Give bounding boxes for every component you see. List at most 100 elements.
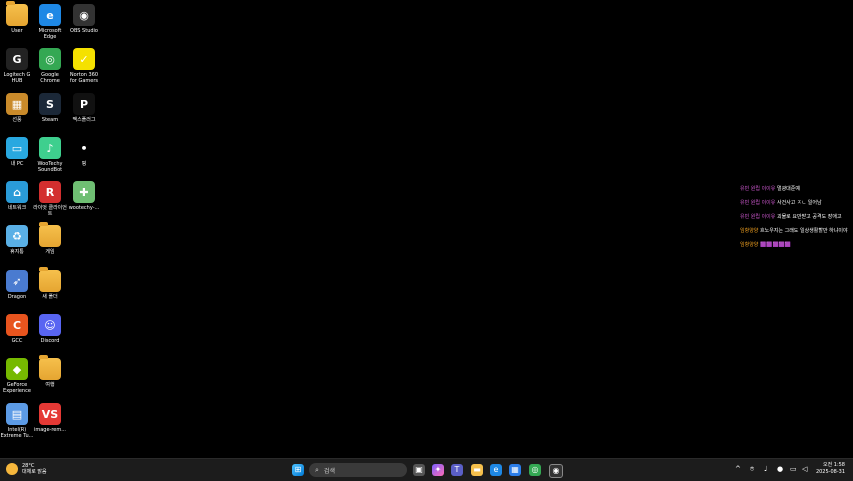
desktop-icon[interactable]: ◎ Google Chrome [33,48,67,84]
desktop-icon-label: WooTechy SoundBot [37,161,63,173]
search-box[interactable]: ⌕ 검색 [309,463,407,477]
desktop-icon[interactable]: • 핑 [67,137,101,167]
app-icon: ▦ [6,93,28,115]
store-button[interactable]: ▦ [509,464,521,476]
desktop-icon-label: 라이엇 클라이언트 [33,205,67,217]
windows-icon: ⊞ [294,465,302,474]
desktop-icon-label: 여행 [45,382,55,388]
chrome-taskbar-button[interactable]: ◎ [529,464,541,476]
edge-taskbar-button[interactable]: e [490,464,502,476]
desktop-icon[interactable]: e Microsoft Edge [33,4,67,40]
clock-time: 오전 1:58 [822,462,845,468]
chat-nick: 유빈 원립 이이유 [740,214,776,220]
desktop-icon-label: 새 폴더 [42,294,58,300]
app-icon: R [39,181,61,203]
desktop-icon[interactable]: ♪ WooTechy SoundBot [33,137,67,173]
desktop-icon[interactable]: ✚ wootechy-... [67,181,101,211]
chat-message: 유빈 원립 이이유 사건사고 ㅈㄴ 일어남 [740,200,853,207]
chat-text: 괴물로 요만받고 공격도 장애고 [776,214,842,220]
desktop-icon[interactable]: VS image-rem... [33,403,67,433]
app-icon: ⌂ [6,181,28,203]
microphone-icon[interactable]: ♩ [764,465,767,473]
task-view-icon: ▣ [415,465,423,474]
task-view-button[interactable]: ▣ [413,464,425,476]
chat-nick: 유빈 원립 이이유 [740,186,776,192]
desktop-icon-label: Google Chrome [40,72,60,84]
app-icon: ▭ [6,137,28,159]
desktop-icon-label: 게임 [45,249,55,255]
desktop-icon-label: 핑 [81,161,87,167]
desktop-icon-label: 내 PC [10,161,24,167]
chat-text: 멀광대준예 [776,186,800,192]
teams-button[interactable]: T [451,464,463,476]
chat-nick: 유빈 원립 이이유 [740,200,776,206]
desktop-icon[interactable]: 게임 [33,222,67,255]
desktop-icon[interactable]: P 맥스플러그 [67,93,101,123]
copilot-button[interactable]: ✦ [432,464,444,476]
desktop-icon[interactable]: User [0,1,34,34]
desktop-icon-label: Dragon [7,294,27,300]
desktop-icon-label: Intel(R) Extreme Tu... [0,427,34,439]
weather-widget[interactable]: 28°C 대체로 맑음 [6,463,47,475]
desktop-icon[interactable]: ▦ 선풍 [0,93,34,123]
chat-message: 임항양양 🟪🟪🟪🟪🟪 [740,242,853,249]
desktop-icon-label: 맥스플러그 [72,117,96,123]
desktop-icon[interactable]: ▤ Intel(R) Extreme Tu... [0,403,34,439]
app-icon: ◉ [73,4,95,26]
chat-message: 임항양양 흐노우지는 그래도 일상생활할만 하냐이야 [740,228,853,235]
chat-nick: 임항양양 [740,242,759,248]
desktop-icon-label: image-rem... [33,427,67,433]
chat-text: 사건사고 ㅈㄴ 일어남 [776,200,822,206]
network-icon[interactable]: ⌾ [750,465,754,474]
folder-icon [39,355,61,380]
volume-icon[interactable]: ◁ [802,465,807,473]
sun-icon [6,463,18,475]
store-icon: ▦ [511,465,519,474]
teams-icon: T [454,465,460,474]
display-icon[interactable]: ▭ [790,465,797,473]
desktop-icon-label: GeForce Experience [3,382,31,394]
app-icon: ◎ [39,48,61,70]
folder-icon [39,267,61,292]
folder-icon: ▬ [473,465,481,474]
desktop-icon[interactable]: S Steam [33,93,67,123]
desktop-icon[interactable]: C GCC [0,314,34,344]
chat-text: 🟪🟪🟪🟪🟪 [760,242,792,248]
app-icon: P [73,93,95,115]
desktop-icon[interactable]: R 라이엇 클라이언트 [33,181,67,217]
desktop-icon[interactable]: ➶ Dragon [0,270,34,300]
desktop-icon-label: Microsoft Edge [38,28,62,40]
desktop-icon[interactable]: ☺ Discord [33,314,67,344]
desktop-icon[interactable]: 새 폴더 [33,267,67,300]
desktop-icon[interactable]: ▭ 내 PC [0,137,34,167]
chat-overlay: 유빈 원립 이이유 멀광대준예 유빈 원립 이이유 사건사고 ㅈㄴ 일어남 유빈 원… [740,186,853,256]
desktop-icon[interactable]: G Logitech G HUB [0,48,34,84]
obs-icon: ◉ [552,466,560,475]
desktop-icon[interactable]: ✓ Norton 360 for Gamers [67,48,101,84]
clock[interactable]: 오전 1:58 2025-08-31 [816,462,845,476]
desktop-icon[interactable]: 여행 [33,355,67,388]
file-explorer-button[interactable]: ▬ [471,464,483,476]
tray-overflow-chevron-icon[interactable]: ^ [735,465,741,473]
desktop-icon[interactable]: ◆ GeForce Experience [0,358,34,394]
search-placeholder: 검색 [323,467,335,475]
obs-taskbar-button[interactable]: ◉ [549,464,563,478]
app-icon: ♻ [6,225,28,247]
app-icon: C [6,314,28,336]
app-icon: e [39,4,61,26]
chat-text: 흐노우지는 그래도 일상생활할만 하냐이야 [760,228,848,234]
desktop: User e Microsoft Edge ◉ OBS Studio G Logitech … [0,0,853,458]
desktop-icon-label: Logitech G HUB [3,72,31,84]
start-button[interactable]: ⊞ [292,464,304,476]
app-icon: ☺ [39,314,61,336]
desktop-icon[interactable]: ♻ 휴지통 [0,225,34,255]
record-icon[interactable]: ● [777,465,783,473]
desktop-icon[interactable]: ◉ OBS Studio [67,4,101,34]
app-icon: S [39,93,61,115]
app-icon: • [73,137,95,159]
desktop-icon[interactable]: ⌂ 네트워크 [0,181,34,211]
app-icon: ▤ [6,403,28,425]
desktop-icon-label: User [11,28,23,34]
taskbar: 28°C 대체로 맑음 ⊞ ⌕ 검색 ▣ ✦ T ▬ e ▦ ◎ ◉ ^ ⌾ ♩… [0,458,853,481]
app-icon: ✓ [73,48,95,70]
